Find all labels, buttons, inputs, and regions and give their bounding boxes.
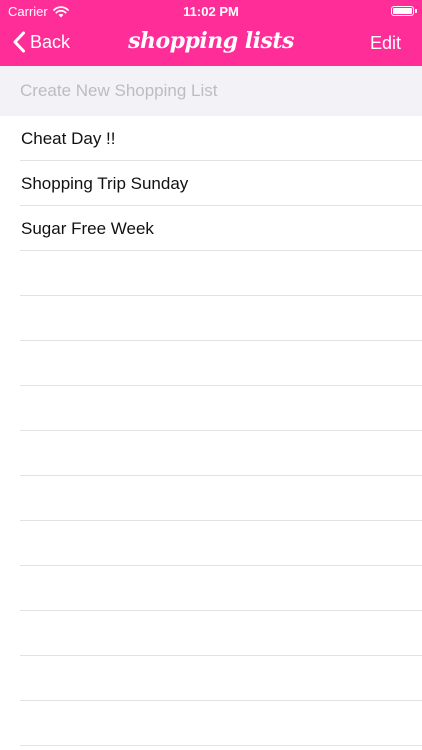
shopping-list-table: Cheat Day !! Shopping Trip Sunday Sugar … — [0, 116, 422, 746]
empty-row — [0, 521, 422, 566]
app-screen: Carrier 11:02 PM Back shopping lists Edi… — [0, 0, 422, 750]
battery-icon — [391, 6, 417, 16]
empty-row — [0, 476, 422, 521]
create-list-input[interactable] — [20, 66, 400, 116]
empty-row — [0, 566, 422, 611]
empty-row — [0, 341, 422, 386]
back-label: Back — [30, 31, 71, 52]
back-button[interactable]: Back — [12, 31, 70, 53]
empty-row — [0, 611, 422, 656]
navigation-bar: Back shopping lists Edit — [0, 22, 422, 66]
empty-row — [0, 701, 422, 746]
list-item[interactable]: Sugar Free Week — [0, 206, 422, 251]
create-list-row — [0, 66, 422, 116]
chevron-left-icon — [13, 31, 25, 53]
empty-row — [0, 431, 422, 476]
empty-row — [0, 251, 422, 296]
empty-row — [0, 386, 422, 431]
list-item-label: Sugar Free Week — [21, 219, 154, 238]
list-item[interactable]: Shopping Trip Sunday — [0, 161, 422, 206]
status-bar: Carrier 11:02 PM — [0, 0, 422, 22]
top-bar: Carrier 11:02 PM Back shopping lists Edi… — [0, 0, 422, 66]
status-time: 11:02 PM — [183, 4, 239, 19]
empty-row — [0, 656, 422, 701]
list-item-label: Cheat Day !! — [21, 129, 116, 148]
empty-row — [0, 296, 422, 341]
list-item[interactable]: Cheat Day !! — [0, 116, 422, 161]
edit-button[interactable]: Edit — [370, 33, 401, 54]
list-item-label: Shopping Trip Sunday — [21, 174, 189, 193]
